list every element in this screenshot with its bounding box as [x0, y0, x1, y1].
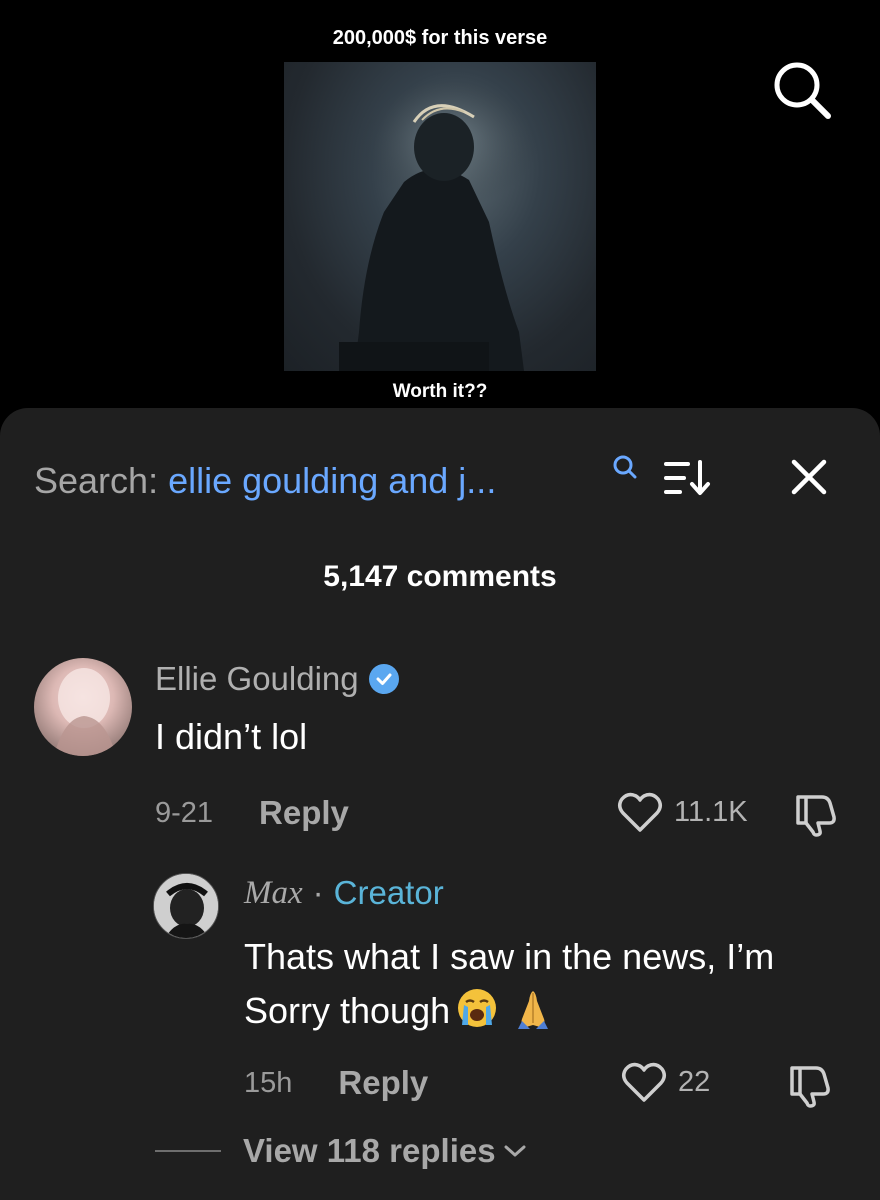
comment-date: 15h	[244, 1066, 293, 1099]
chevron-down-icon	[504, 1145, 526, 1157]
search-query[interactable]: ellie goulding and j...	[168, 460, 496, 501]
video-area[interactable]: 200,000$ for this verse Worth it??	[0, 0, 880, 420]
dislike-icon[interactable]	[790, 791, 838, 842]
view-replies-label[interactable]: View 118 replies	[243, 1132, 496, 1170]
crying-face-icon	[456, 987, 498, 1029]
comments-sheet: Search: ellie goulding and j... 5,147 co…	[0, 408, 880, 1200]
comment-text: Thats what I saw in the news, I’m Sorry …	[244, 930, 844, 1038]
search-icon[interactable]	[770, 58, 834, 122]
comment-text-body: Thats what I saw in the news, I’m Sorry …	[244, 936, 775, 1031]
like-count: 11.1K	[674, 795, 748, 828]
sort-icon[interactable]	[662, 458, 716, 498]
comment-text: I didn’t lol	[155, 716, 308, 757]
avatar[interactable]	[153, 873, 219, 939]
like-button[interactable]: 11.1K	[616, 790, 748, 834]
folded-hands-icon	[512, 987, 554, 1029]
comment-search-bar[interactable]: Search: ellie goulding and j...	[34, 460, 496, 502]
heart-icon	[622, 1062, 666, 1102]
close-icon[interactable]	[786, 454, 832, 500]
separator: ·	[312, 874, 324, 911]
verified-badge-icon	[368, 664, 399, 694]
comment-date: 9-21	[155, 796, 214, 829]
search-small-icon[interactable]	[610, 452, 640, 482]
video-thumbnail[interactable]	[284, 62, 596, 371]
video-caption-top: 200,000$ for this verse	[332, 27, 548, 49]
search-prefix: Search:	[34, 460, 169, 501]
video-caption-bottom: Worth it??	[392, 381, 488, 402]
creator-badge: Creator	[333, 874, 444, 911]
comments-count: 5,147 comments	[323, 560, 557, 593]
like-button[interactable]: 22	[620, 1060, 710, 1104]
comment-author-name[interactable]: Max	[244, 875, 303, 912]
heart-icon	[618, 792, 662, 832]
comment-author-name[interactable]: Ellie Goulding	[155, 660, 359, 698]
reply-button[interactable]: Reply	[338, 1064, 428, 1102]
comment-author[interactable]: Ellie Goulding	[155, 660, 399, 698]
divider-line	[155, 1150, 221, 1152]
comment-meta: 15h Reply	[244, 1064, 428, 1102]
reply-button[interactable]: Reply	[259, 794, 349, 832]
avatar[interactable]	[34, 658, 132, 756]
comment-author[interactable]: Max · Creator	[244, 874, 444, 912]
comment-meta: 9-21 Reply	[155, 794, 349, 832]
like-count: 22	[678, 1065, 711, 1098]
dislike-icon[interactable]	[784, 1062, 832, 1113]
view-replies-button[interactable]: View 118 replies	[155, 1132, 528, 1170]
